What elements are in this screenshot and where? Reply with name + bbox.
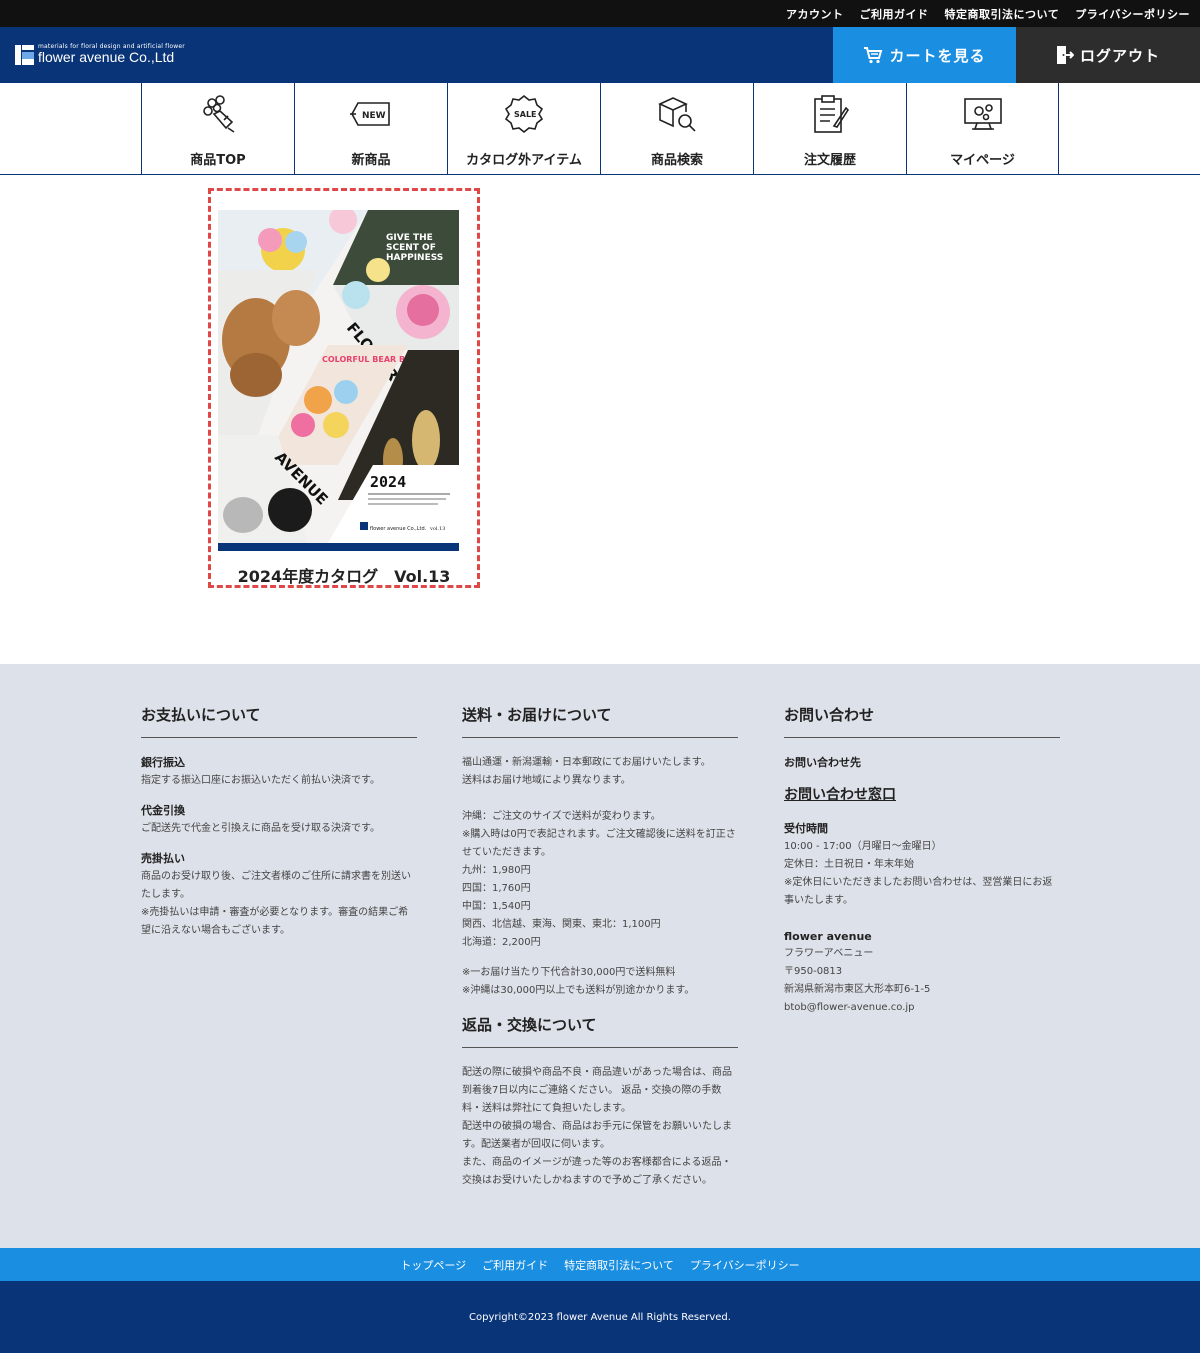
footer-privacy-link[interactable]: プライバシーポリシー: [690, 1257, 800, 1273]
view-cart-button[interactable]: カートを見る: [833, 27, 1016, 83]
shipping-heading: 送料・お届けについて: [462, 704, 738, 738]
new-tag-icon: NEW: [348, 93, 394, 135]
nav-label: 商品TOP: [190, 153, 246, 168]
logout-button[interactable]: ログアウト: [1016, 27, 1200, 83]
nav-item-non-catalog[interactable]: SALE カタログ外アイテム: [447, 83, 600, 175]
site-header: materials for floral design and artifici…: [0, 27, 1200, 83]
catalog-card[interactable]: GIVE THE SCENT OF HAPPINESS FLOWER COLOR…: [208, 188, 480, 588]
footer-guide-link[interactable]: ご利用ガイド: [482, 1257, 548, 1273]
privacy-policy-link[interactable]: プライバシーポリシー: [1075, 6, 1190, 22]
payment-method-desc: ご配送先で代金と引換えに商品を受け取る決済です。: [141, 823, 380, 834]
cover-year: 2024: [370, 473, 406, 491]
nav-label: 商品検索: [650, 153, 703, 168]
nav-item-products-top[interactable]: 商品TOP: [141, 83, 294, 175]
footer-commercial-law-link[interactable]: 特定商取引法について: [564, 1257, 674, 1273]
contact-heading: お問い合わせ: [784, 704, 1060, 738]
logo-name: flower avenue Co.,Ltd: [38, 49, 175, 65]
payment-method-desc: 指定する振込口座にお振込いただく前払い決済です。: [141, 775, 380, 786]
commercial-law-link[interactable]: 特定商取引法について: [945, 6, 1060, 22]
catalog-cover-image[interactable]: GIVE THE SCENT OF HAPPINESS FLOWER COLOR…: [218, 210, 459, 551]
footer-links-bar: トップページ ご利用ガイド 特定商取引法について プライバシーポリシー: [0, 1248, 1200, 1281]
nav-item-product-search[interactable]: 商品検索: [600, 83, 753, 175]
main-content: GIVE THE SCENT OF HAPPINESS FLOWER COLOR…: [0, 175, 1200, 664]
utility-bar: アカウント ご利用ガイド 特定商取引法について プライバシーポリシー: [0, 0, 1200, 27]
logo-mark-icon: [15, 45, 34, 65]
cover-vol: vol.13: [429, 526, 445, 532]
site-logo[interactable]: materials for floral design and artifici…: [15, 43, 185, 65]
svg-text:NEW: NEW: [362, 111, 386, 121]
nav-item-my-page[interactable]: マイページ: [906, 83, 1059, 175]
view-cart-label: カートを見る: [889, 46, 986, 65]
logout-label: ログアウト: [1079, 46, 1160, 65]
nav-item-new-products[interactable]: NEW 新商品: [294, 83, 447, 175]
cover-brand: flower avenue Co.,Ltd.: [370, 526, 427, 532]
payment-heading: お支払いについて: [141, 704, 417, 738]
company-info: フラワーアベニュー 〒950-0813 新潟県新潟市東区大形本町6-1-5 bt…: [784, 948, 931, 1013]
returns-text: 配送の際に破損や商品不良・商品違いがあった場合は、商品到着後7日以内にご連絡くだ…: [462, 1067, 732, 1186]
catalog-title[interactable]: 2024年度カタログ Vol.13: [211, 563, 477, 587]
cover-headline-3: HAPPINESS: [386, 253, 443, 263]
nav-item-order-history[interactable]: 注文履歴: [753, 83, 906, 175]
contact-window-link[interactable]: お問い合わせ窓口: [784, 784, 1060, 804]
monitor-gear-icon: [960, 93, 1006, 135]
returns-heading: 返品・交換について: [462, 1014, 738, 1048]
hours-label: 受付時間: [784, 822, 828, 835]
contact-dest-label: お問い合わせ先: [784, 756, 861, 769]
nav-label: 新商品: [351, 153, 391, 168]
clipboard-icon: [807, 93, 853, 135]
shipping-rates: 沖縄：ご注文のサイズで送料が変わります。 ※購入時は0円で表記されます。ご注文確…: [462, 811, 736, 948]
cover-headline-1: GIVE THE: [386, 233, 433, 243]
copyright: Copyright©2023 flower Avenue All Rights …: [0, 1281, 1200, 1353]
account-link[interactable]: アカウント: [786, 6, 844, 22]
nav-label: マイページ: [950, 153, 1015, 168]
main-nav: 商品TOP NEW 新商品 SALE カタログ外アイテム 商品検索 注文履歴 マ…: [0, 83, 1200, 175]
cover-headline-2: SCENT OF: [386, 243, 436, 253]
guide-link[interactable]: ご利用ガイド: [860, 6, 929, 22]
shipping-section: 送料・お届けについて 福山通運・新潟運輸・日本郵政にてお届けいたします。 送料は…: [462, 704, 738, 1190]
site-footer: お支払いについて 銀行振込 指定する振込口座にお振込いただく前払い決済です。 代…: [0, 664, 1200, 1248]
sale-badge-icon: SALE: [501, 93, 547, 135]
bouquet-icon: [195, 93, 241, 135]
logout-icon: [1056, 46, 1074, 64]
hours-text: 10:00 - 17:00（月曜日～金曜日） 定休日：土日祝日・年末年始 ※定休…: [784, 841, 1053, 906]
footer-top-link[interactable]: トップページ: [400, 1257, 466, 1273]
nav-label: 注文履歴: [803, 153, 856, 168]
company-name: flower avenue: [784, 930, 872, 943]
nav-label: カタログ外アイテム: [466, 153, 582, 168]
shipping-intro: 福山通運・新潟運輸・日本郵政にてお届けいたします。 送料はお届け地域により異なり…: [462, 757, 711, 786]
cart-icon: [864, 47, 883, 64]
payment-method-name: 代金引換: [141, 804, 185, 817]
svg-text:SALE: SALE: [514, 110, 537, 119]
payment-section: お支払いについて 銀行振込 指定する振込口座にお振込いただく前払い決済です。 代…: [141, 704, 417, 952]
contact-section: お問い合わせ お問い合わせ先 お問い合わせ窓口 受付時間 10:00 - 17:…: [784, 704, 1060, 1029]
box-search-icon: [654, 93, 700, 135]
payment-method-desc: 商品のお受け取り後、ご注文者様のご住所に請求書を別送いたします。 ※売掛払いは申…: [141, 871, 411, 936]
payment-method-name: 売掛払い: [141, 852, 185, 865]
payment-method-name: 銀行振込: [141, 756, 185, 769]
shipping-notes: ※一お届け当たり下代合計30,000円で送料無料 ※沖縄は30,000円以上でも…: [462, 967, 695, 996]
